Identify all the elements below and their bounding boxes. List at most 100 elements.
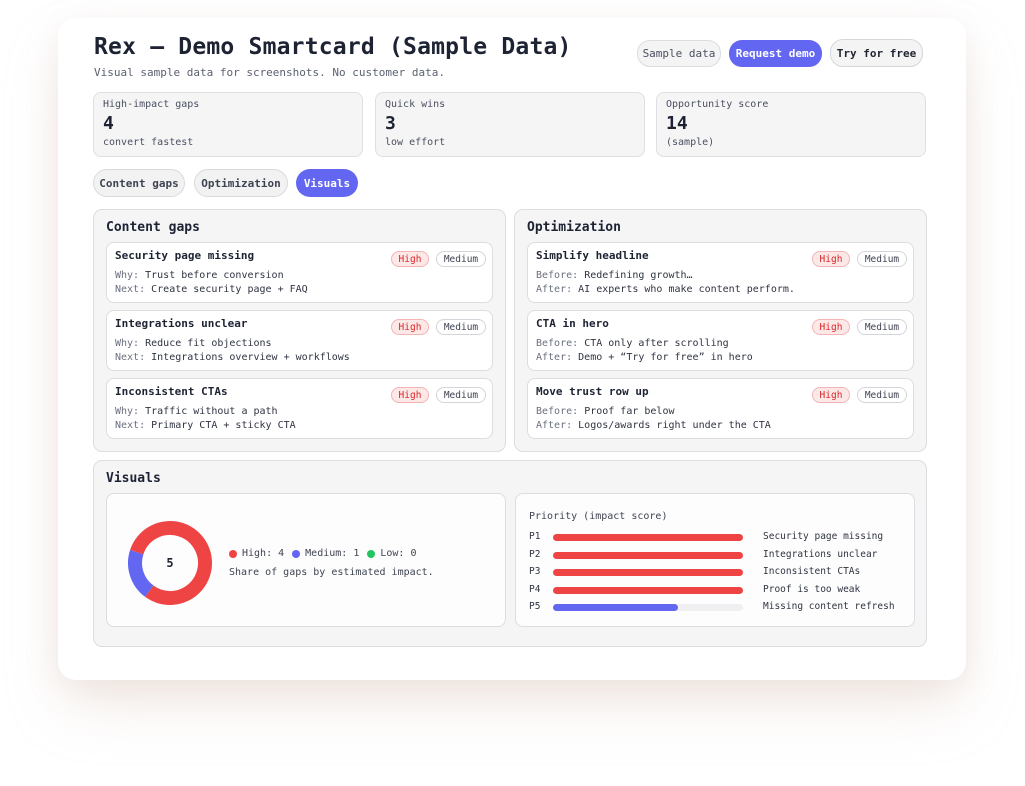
impact-badge: High — [391, 387, 429, 403]
panel-title: Visuals — [106, 471, 161, 486]
priority-name: Security page missing — [763, 531, 884, 542]
priority-name: Missing content refresh — [763, 601, 895, 612]
before-prefix: Before: — [536, 270, 579, 281]
priority-bar-track — [553, 551, 743, 559]
priority-bar-track — [553, 569, 743, 576]
panel-title: Content gaps — [106, 220, 200, 235]
stat-opportunity-score: Opportunity score 14 (sample) — [656, 92, 926, 157]
impact-badge: High — [391, 251, 429, 267]
stat-sub: convert fastest — [103, 137, 194, 148]
panel-title: Optimization — [527, 220, 621, 235]
impact-badge: High — [812, 251, 850, 267]
try-for-free-button[interactable]: Try for free — [830, 39, 923, 67]
stat-sub: low effort — [385, 137, 446, 148]
gap-item[interactable]: Security page missing High Medium Why: T… — [106, 242, 493, 303]
stat-sub: (sample) — [666, 137, 715, 148]
effort-badge: Medium — [436, 251, 486, 267]
tab-content-gaps[interactable]: Content gaps — [93, 169, 185, 197]
item-before: Before: Proof far below — [536, 406, 675, 417]
impact-badge: High — [391, 319, 429, 335]
legend-dot-low — [367, 549, 376, 558]
before-text: Redefining growth… — [584, 270, 693, 281]
stat-value: 4 — [103, 113, 114, 134]
tab-visuals[interactable]: Visuals — [296, 169, 358, 197]
item-title: Security page missing — [115, 249, 255, 262]
page-subtitle: Visual sample data for screenshots. No c… — [94, 66, 445, 79]
priority-name: Inconsistent CTAs — [763, 566, 861, 577]
stat-label: Quick wins — [385, 99, 446, 110]
donut-total: 5 — [166, 556, 173, 570]
legend-dot-high — [229, 549, 237, 558]
item-why: Why: Trust before conversion — [115, 270, 284, 281]
donut-caption: Share of gaps by estimated impact. — [229, 567, 434, 578]
before-prefix: Before: — [536, 406, 579, 417]
optimization-item[interactable]: CTA in hero High Medium Before: CTA only… — [527, 310, 914, 371]
priority-bar-fill — [553, 569, 743, 576]
priority-bar-track — [553, 604, 743, 611]
next-prefix: Next: — [115, 284, 146, 295]
priority-title: Priority (impact score) — [529, 511, 668, 522]
priority-rank: P1 — [529, 531, 541, 542]
effort-badge: Medium — [436, 319, 486, 335]
legend-high: High: 4 — [242, 548, 285, 559]
after-prefix: After: — [536, 420, 573, 431]
next-prefix: Next: — [115, 420, 146, 431]
item-why: Why: Traffic without a path — [115, 406, 278, 417]
sample-data-badge: Sample data — [637, 40, 721, 67]
why-prefix: Why: — [115, 338, 140, 349]
item-title: Integrations unclear — [115, 317, 248, 330]
stat-high-impact-gaps: High-impact gaps 4 convert fastest — [93, 92, 363, 157]
item-title: Inconsistent CTAs — [115, 385, 228, 398]
item-before: Before: Redefining growth… — [536, 270, 693, 281]
item-after: After: Demo + “Try for free” in hero — [536, 352, 753, 363]
before-text: Proof far below — [584, 406, 675, 417]
item-before: Before: CTA only after scrolling — [536, 338, 729, 349]
priority-bar-track — [553, 534, 743, 541]
impact-donut-chart: 5 — [128, 520, 212, 605]
impact-badge: High — [812, 319, 850, 335]
priority-bar-fill — [553, 586, 743, 594]
priority-rank: P2 — [529, 548, 541, 560]
stat-value: 14 — [666, 113, 688, 134]
gap-item[interactable]: Integrations unclear High Medium Why: Re… — [106, 310, 493, 371]
item-title: Simplify headline — [536, 249, 649, 262]
priority-row: P4 Proof is too weak — [529, 584, 909, 596]
why-prefix: Why: — [115, 270, 140, 281]
item-next: Next: Primary CTA + sticky CTA — [115, 420, 296, 431]
legend-medium: Medium: 1 — [305, 548, 360, 559]
priority-row: P2 Integrations unclear — [529, 549, 909, 561]
effort-badge: Medium — [857, 319, 907, 335]
priority-bar-fill — [553, 551, 743, 559]
why-prefix: Why: — [115, 406, 140, 417]
stat-label: Opportunity score — [666, 99, 769, 110]
tab-optimization[interactable]: Optimization — [194, 169, 288, 197]
item-title: CTA in hero — [536, 317, 609, 330]
stat-quick-wins: Quick wins 3 low effort — [375, 92, 645, 157]
item-why: Why: Reduce fit objections — [115, 338, 272, 349]
impact-badge: High — [812, 387, 850, 403]
optimization-item[interactable]: Simplify headline High Medium Before: Re… — [527, 242, 914, 303]
priority-rank: P5 — [529, 601, 541, 612]
optimization-item[interactable]: Move trust row up High Medium Before: Pr… — [527, 378, 914, 439]
after-prefix: After: — [536, 352, 573, 363]
next-text: Create security page + FAQ — [151, 284, 308, 295]
priority-card: Priority (impact score) P1 Security page … — [515, 493, 915, 627]
before-prefix: Before: — [536, 338, 579, 349]
next-text: Primary CTA + sticky CTA — [151, 420, 296, 431]
item-after: After: AI experts who make content perfo… — [536, 284, 795, 295]
gap-item[interactable]: Inconsistent CTAs High Medium Why: Traff… — [106, 378, 493, 439]
request-demo-button[interactable]: Request demo — [729, 40, 822, 67]
effort-badge: Medium — [857, 387, 907, 403]
legend-low: Low: 0 — [380, 548, 417, 559]
next-text: Integrations overview + workflows — [151, 352, 350, 363]
visuals-panel: Visuals 5 High: 4 Medium: 1 Low: 0 Share… — [93, 460, 927, 647]
why-text: Reduce fit objections — [145, 338, 272, 349]
priority-row: P1 Security page missing — [529, 531, 909, 543]
item-next: Next: Integrations overview + workflows — [115, 352, 350, 363]
priority-bar-fill — [553, 604, 679, 611]
optimization-panel: Optimization Simplify headline High Medi… — [514, 209, 927, 452]
priority-name: Proof is too weak — [763, 583, 861, 595]
item-title: Move trust row up — [536, 385, 649, 398]
donut-legend: High: 4 Medium: 1 Low: 0 — [229, 548, 416, 559]
after-prefix: After: — [536, 284, 573, 295]
